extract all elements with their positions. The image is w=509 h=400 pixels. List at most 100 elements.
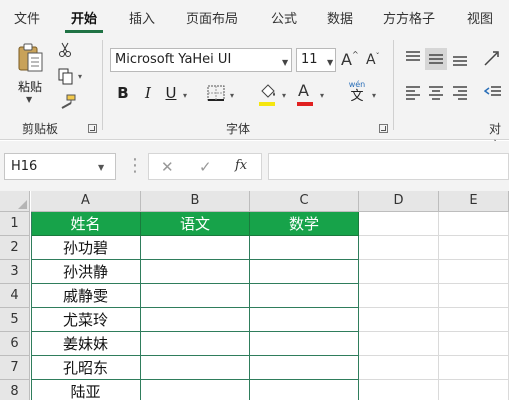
- table-header-cell[interactable]: 姓名: [31, 212, 141, 236]
- align-bottom-icon[interactable]: [452, 52, 468, 68]
- table-cell[interactable]: [359, 356, 439, 380]
- table-header-cell[interactable]: 数学: [250, 212, 359, 236]
- table-cell[interactable]: [439, 260, 509, 284]
- tab-home[interactable]: 开始: [71, 8, 97, 27]
- check-icon[interactable]: ✓: [199, 158, 212, 176]
- table-cell[interactable]: 孔昭东: [31, 356, 141, 380]
- row-header-2[interactable]: 2: [0, 236, 30, 260]
- row-header-3[interactable]: 3: [0, 260, 30, 284]
- table-cell[interactable]: [250, 356, 359, 380]
- format-painter-icon[interactable]: [58, 94, 76, 110]
- table-cell[interactable]: [359, 332, 439, 356]
- table-cell[interactable]: 戚静雯: [31, 284, 141, 308]
- table-cell[interactable]: 尤菜玲: [31, 308, 141, 332]
- name-box-dropdown-icon[interactable]: ▼: [98, 163, 104, 172]
- column-header-a[interactable]: A: [31, 191, 141, 212]
- paste-button[interactable]: [18, 42, 44, 74]
- font-color-dropdown-icon[interactable]: ▾: [320, 91, 324, 100]
- grow-font-button[interactable]: A^: [341, 50, 359, 69]
- table-cell[interactable]: [141, 236, 250, 260]
- tab-insert[interactable]: 插入: [129, 8, 155, 27]
- insert-function-icon[interactable]: fx: [235, 158, 247, 173]
- table-cell[interactable]: [359, 380, 439, 400]
- bold-button[interactable]: B: [114, 84, 132, 102]
- table-cell[interactable]: [359, 236, 439, 260]
- table-cell[interactable]: [359, 260, 439, 284]
- tab-file[interactable]: 文件: [14, 8, 40, 27]
- clipboard-launcher-icon[interactable]: [88, 124, 97, 133]
- table-cell[interactable]: [141, 284, 250, 308]
- italic-button[interactable]: I: [139, 84, 157, 102]
- row-header-1[interactable]: 1: [0, 212, 30, 236]
- underline-button[interactable]: U: [162, 84, 180, 102]
- table-cell[interactable]: [439, 380, 509, 400]
- close-icon[interactable]: ✕: [161, 158, 174, 176]
- decrease-indent-icon[interactable]: [484, 84, 502, 100]
- row-header-7[interactable]: 7: [0, 356, 30, 380]
- table-cell[interactable]: [250, 260, 359, 284]
- tab-fangfang[interactable]: 方方格子: [383, 8, 435, 27]
- table-cell[interactable]: [439, 356, 509, 380]
- tab-view[interactable]: 视图: [467, 8, 493, 27]
- font-size-dropdown-icon[interactable]: ▼: [327, 58, 333, 67]
- fill-color-icon[interactable]: [259, 82, 277, 100]
- font-launcher-icon[interactable]: [379, 124, 388, 133]
- table-cell[interactable]: [250, 308, 359, 332]
- select-all-corner[interactable]: [0, 191, 30, 212]
- align-center-icon[interactable]: [428, 84, 444, 100]
- formula-input[interactable]: [268, 153, 509, 180]
- tab-formulas[interactable]: 公式: [271, 8, 297, 27]
- column-header-d[interactable]: D: [359, 191, 439, 212]
- row-header-6[interactable]: 6: [0, 332, 30, 356]
- table-cell[interactable]: [141, 308, 250, 332]
- paste-dropdown-icon[interactable]: ▼: [26, 95, 32, 104]
- table-header-cell[interactable]: 语文: [141, 212, 250, 236]
- table-cell[interactable]: [141, 332, 250, 356]
- phonetic-guide-button[interactable]: wén 文: [346, 80, 368, 104]
- fill-color-dropdown-icon[interactable]: ▾: [282, 91, 286, 100]
- table-cell[interactable]: [439, 212, 509, 236]
- table-cell[interactable]: [439, 332, 509, 356]
- column-header-b[interactable]: B: [141, 191, 250, 212]
- align-middle-icon[interactable]: [428, 51, 444, 67]
- table-cell[interactable]: [439, 236, 509, 260]
- align-top-icon[interactable]: [405, 50, 421, 66]
- table-cell[interactable]: [359, 308, 439, 332]
- shrink-font-button[interactable]: Aˇ: [366, 52, 380, 68]
- table-cell[interactable]: 陆亚: [31, 380, 141, 400]
- copy-icon[interactable]: [58, 68, 74, 85]
- table-cell[interactable]: 姜妹妹: [31, 332, 141, 356]
- align-right-icon[interactable]: [452, 84, 468, 100]
- phonetic-dropdown-icon[interactable]: ▾: [372, 91, 376, 100]
- tab-page-layout[interactable]: 页面布局: [186, 8, 238, 27]
- table-cell[interactable]: [141, 356, 250, 380]
- font-name-dropdown-icon[interactable]: ▼: [282, 58, 288, 67]
- text-orientation-icon[interactable]: [482, 48, 502, 68]
- row-header-5[interactable]: 5: [0, 308, 30, 332]
- table-cell[interactable]: 孙功碧: [31, 236, 141, 260]
- table-cell[interactable]: [250, 284, 359, 308]
- borders-dropdown-icon[interactable]: ▾: [230, 91, 234, 100]
- copy-dropdown-icon[interactable]: ▾: [78, 72, 82, 81]
- table-cell[interactable]: [359, 212, 439, 236]
- tab-data[interactable]: 数据: [327, 8, 353, 27]
- column-header-e[interactable]: E: [439, 191, 509, 212]
- row-header-8[interactable]: 8: [0, 380, 30, 400]
- column-header-c[interactable]: C: [250, 191, 359, 212]
- table-cell[interactable]: [250, 332, 359, 356]
- table-cell[interactable]: [439, 284, 509, 308]
- table-cell[interactable]: [359, 284, 439, 308]
- table-cell[interactable]: [141, 380, 250, 400]
- table-cell[interactable]: [439, 308, 509, 332]
- row-header-4[interactable]: 4: [0, 284, 30, 308]
- formula-bar-grip-icon[interactable]: ⋮: [126, 155, 144, 176]
- cut-icon[interactable]: [58, 42, 72, 58]
- table-cell[interactable]: [250, 380, 359, 400]
- table-cell[interactable]: [250, 236, 359, 260]
- table-cell[interactable]: 孙洪静: [31, 260, 141, 284]
- underline-dropdown-icon[interactable]: ▾: [183, 91, 187, 100]
- font-color-button[interactable]: A: [298, 81, 309, 100]
- align-left-icon[interactable]: [405, 84, 421, 100]
- font-name-dropdown[interactable]: Microsoft YaHei UI: [110, 48, 292, 72]
- table-cell[interactable]: [141, 260, 250, 284]
